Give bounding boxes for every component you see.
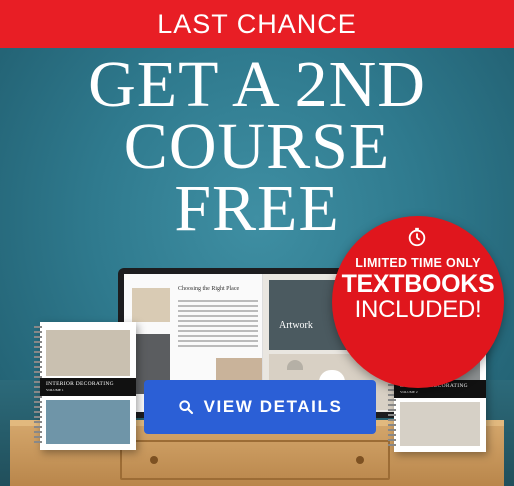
book-volume: VOLUME 1 xyxy=(46,388,64,392)
drawer-knob xyxy=(150,456,158,464)
badge-included: INCLUDED! xyxy=(354,296,482,323)
top-banner: LAST CHANCE xyxy=(0,0,514,48)
badge-limited-time: LIMITED TIME ONLY xyxy=(355,256,481,270)
headline: GET A 2ND COURSE FREE xyxy=(0,48,514,242)
drawer-knob xyxy=(356,456,364,464)
ebook-text-block xyxy=(178,300,258,350)
book-title: INTERIOR DECORATING xyxy=(46,381,114,387)
search-icon xyxy=(178,400,193,415)
book-cover-photo xyxy=(46,330,130,376)
book-volume: VOLUME 2 xyxy=(400,390,418,394)
badge-textbooks: TEXTBOOKS xyxy=(341,270,495,298)
textbook-volume-1: INTERIOR DECORATING VOLUME 1 xyxy=(34,322,136,450)
banner-text: LAST CHANCE xyxy=(157,8,357,39)
artwork-label: Artwork xyxy=(279,320,313,331)
ebook-page-title: Choosing the Right Place xyxy=(178,286,240,292)
interior-photo xyxy=(132,288,170,322)
book-title-bar: INTERIOR DECORATING VOLUME 1 xyxy=(40,378,136,396)
view-details-label: VIEW DETAILS xyxy=(203,397,343,416)
book-cover-photo xyxy=(400,402,480,446)
promo-badge: LIMITED TIME ONLY TEXTBOOKS INCLUDED! xyxy=(332,216,504,388)
desk-drawer xyxy=(120,440,390,480)
stopwatch-icon xyxy=(408,227,426,247)
headline-line-2: COURSE xyxy=(123,110,391,183)
headline-line-1: GET A 2ND xyxy=(88,48,426,121)
book-cover-photo xyxy=(46,400,130,444)
view-details-button[interactable]: VIEW DETAILS xyxy=(144,380,376,434)
lamp-shape xyxy=(287,360,303,370)
